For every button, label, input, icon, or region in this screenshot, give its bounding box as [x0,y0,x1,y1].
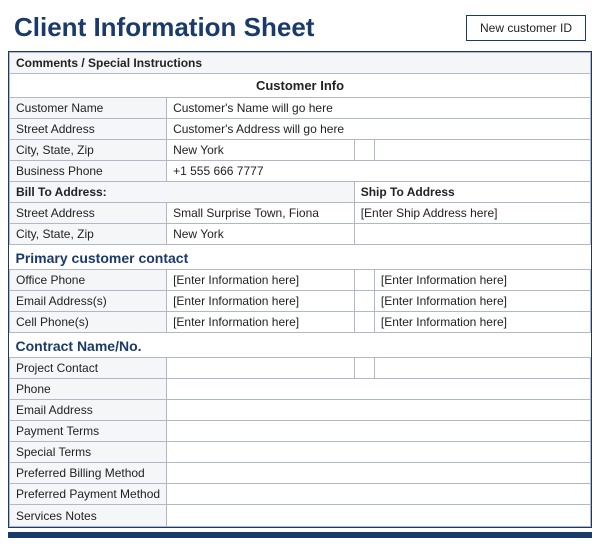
bill-ship-header-row: Bill To Address: Ship To Address [10,182,591,203]
preferred-billing-label: Preferred Billing Method [10,463,167,484]
project-contact-label: Project Contact [10,358,167,379]
bill-city-value: New York [167,224,355,245]
comments-row: Comments / Special Instructions [10,53,591,74]
city-state-zip-label: City, State, Zip [10,140,167,161]
project-contact-spacer [354,358,374,379]
email-spacer [354,291,374,312]
contract-title: Contract Name/No. [10,333,591,358]
email-value1: [Enter Information here] [167,291,355,312]
table-row: Project Contact [10,358,591,379]
new-customer-button[interactable]: New customer ID [466,15,586,41]
preferred-billing-value [167,463,591,484]
office-phone-label: Office Phone [10,270,167,291]
contract-section-row: Contract Name/No. [10,333,591,358]
table-row: Phone [10,379,591,400]
street-address-label: Street Address [10,119,167,140]
table-row: City, State, Zip New York [10,224,591,245]
business-phone-label: Business Phone [10,161,167,182]
table-row: Customer Name Customer's Name will go he… [10,98,591,119]
contract-phone-value [167,379,591,400]
cell-phone-value2: [Enter Information here] [374,312,590,333]
email-value2: [Enter Information here] [374,291,590,312]
special-terms-value [167,442,591,463]
preferred-payment-label: Preferred Payment Method [10,484,167,505]
ship-to-label: Ship To Address [354,182,590,203]
services-notes-value [167,505,591,527]
business-phone-value: +1 555 666 7777 [167,161,591,182]
table-row: Street Address Small Surprise Town, Fion… [10,203,591,224]
table-row: Business Phone +1 555 666 7777 [10,161,591,182]
payment-terms-value [167,421,591,442]
street-address-value: Customer's Address will go here [167,119,591,140]
table-row: Preferred Payment Method [10,484,591,505]
special-terms-label: Special Terms [10,442,167,463]
bottom-bar [8,532,592,538]
table-row: Special Terms [10,442,591,463]
email-label: Email Address(s) [10,291,167,312]
table-row: Payment Terms [10,421,591,442]
customer-info-header-row: Customer Info [10,74,591,98]
contract-email-label: Email Address [10,400,167,421]
cell-phone-spacer [354,312,374,333]
primary-contact-title: Primary customer contact [10,245,591,270]
ship-city-extra [354,224,590,245]
contract-phone-label: Phone [10,379,167,400]
comments-label: Comments / Special Instructions [10,53,591,74]
table-row: Email Address(s) [Enter Information here… [10,291,591,312]
bill-city-label: City, State, Zip [10,224,167,245]
customer-info-title: Customer Info [10,74,591,98]
table-row: City, State, Zip New York [10,140,591,161]
bill-street-label: Street Address [10,203,167,224]
services-notes-label: Services Notes [10,505,167,527]
preferred-payment-value [167,484,591,505]
customer-name-value: Customer's Name will go here [167,98,591,119]
office-phone-spacer [354,270,374,291]
bill-to-label: Bill To Address: [10,182,355,203]
project-contact-value1 [167,358,355,379]
table-row: Preferred Billing Method [10,463,591,484]
table-row: Services Notes [10,505,591,527]
table-row: Cell Phone(s) [Enter Information here] [… [10,312,591,333]
project-contact-value2 [374,358,590,379]
payment-terms-label: Payment Terms [10,421,167,442]
office-phone-value1: [Enter Information here] [167,270,355,291]
cell-phone-label: Cell Phone(s) [10,312,167,333]
table-row: Office Phone [Enter Information here] [E… [10,270,591,291]
ship-to-value: [Enter Ship Address here] [354,203,590,224]
bill-street-value: Small Surprise Town, Fiona [167,203,355,224]
table-row: Street Address Customer's Address will g… [10,119,591,140]
contract-email-value [167,400,591,421]
cell-phone-value1: [Enter Information here] [167,312,355,333]
city-state-zip-value: New York [167,140,355,161]
city-extra2 [374,140,590,161]
city-extra1 [354,140,374,161]
office-phone-value2: [Enter Information here] [374,270,590,291]
customer-name-label: Customer Name [10,98,167,119]
primary-contact-section-row: Primary customer contact [10,245,591,270]
table-row: Email Address [10,400,591,421]
page-title: Client Information Sheet [14,12,314,43]
